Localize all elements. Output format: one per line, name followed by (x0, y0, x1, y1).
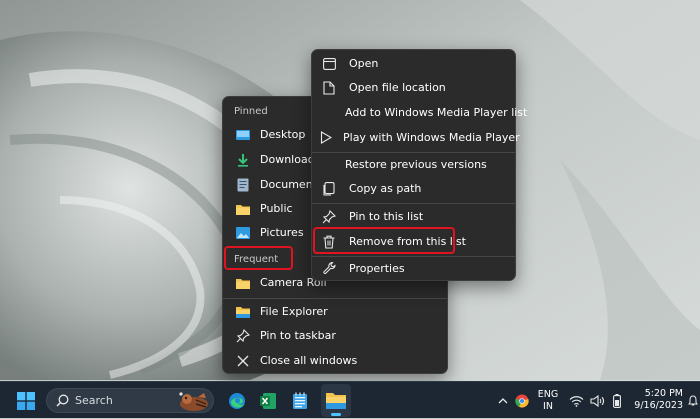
ctx-item-add-to-wmp-list[interactable]: Add to Windows Media Player list (316, 101, 527, 124)
excel-icon (260, 392, 276, 409)
remove-from-list-highlight-box (313, 227, 455, 254)
ctx-item-label: Open (349, 57, 379, 70)
taskbar-search-box[interactable]: Search (46, 388, 214, 413)
show-hidden-icons-button[interactable] (495, 382, 511, 419)
taskbar-notepad-button[interactable] (287, 382, 313, 419)
clock-time: 5:20 PM (644, 388, 683, 399)
wifi-icon (569, 395, 583, 407)
language-line1: ENG (537, 389, 559, 400)
close-icon (234, 353, 252, 369)
tray-wifi-button[interactable] (566, 382, 586, 419)
desktop-folder-icon (234, 127, 252, 143)
battery-icon (613, 393, 621, 408)
ctx-item-copy-as-path[interactable]: Copy as path (316, 177, 511, 200)
pictures-folder-icon (234, 225, 252, 241)
pin-icon (234, 328, 252, 344)
ctx-item-label: Open file location (349, 81, 446, 94)
jumplist-action-label: Close all windows (260, 354, 358, 367)
folder-icon (234, 275, 252, 291)
taskbar-file-explorer-button[interactable] (321, 384, 351, 417)
jumplist-action-file-explorer[interactable]: File Explorer (227, 300, 443, 323)
search-placeholder: Search (75, 394, 113, 407)
folder-icon (234, 201, 252, 217)
active-app-indicator (331, 413, 341, 416)
ctx-item-label: Restore previous versions (345, 158, 487, 171)
taskbar: Search ENG IN 5:20 PM 9/16/2023 (0, 381, 700, 418)
file-explorer-icon (326, 393, 346, 409)
clock-date: 9/16/2023 (634, 400, 683, 411)
tray-chrome-button[interactable] (513, 382, 531, 419)
ctx-item-open[interactable]: Open (316, 52, 511, 75)
pin-icon (320, 209, 338, 225)
separator (312, 203, 515, 204)
windows-logo-icon (17, 391, 35, 410)
tray-battery-button[interactable] (607, 382, 627, 419)
ctx-item-pin-to-this-list[interactable]: Pin to this list (316, 205, 511, 228)
ctx-item-label: Copy as path (349, 182, 422, 195)
documents-folder-icon (234, 177, 252, 193)
ctx-item-restore-previous-versions[interactable]: Restore previous versions (316, 153, 511, 176)
jumplist-action-close-all-windows[interactable]: Close all windows (227, 349, 443, 372)
separator (223, 298, 447, 299)
volume-icon (589, 394, 604, 407)
input-language-indicator[interactable]: ENG IN (535, 389, 561, 413)
jumplist-item-label: Desktop (260, 128, 306, 141)
taskbar-excel-button[interactable] (255, 382, 281, 419)
start-button[interactable] (12, 382, 40, 419)
search-icon (56, 394, 69, 407)
ctx-item-properties[interactable]: Properties (316, 257, 511, 280)
chrome-icon (515, 394, 529, 407)
jumplist-item-label: Public (260, 202, 293, 215)
ctx-item-label: Play with Windows Media Player (343, 131, 520, 144)
jumplist-action-label: File Explorer (260, 305, 328, 318)
jumplist-action-label: Pin to taskbar (260, 329, 336, 342)
notification-bell-icon (688, 395, 698, 406)
ctx-item-label: Pin to this list (349, 210, 424, 223)
ctx-item-open-file-location[interactable]: Open file location (316, 76, 511, 99)
language-line2: IN (543, 401, 553, 412)
ctx-item-label: Properties (349, 262, 405, 275)
wrench-icon (320, 261, 338, 277)
notepad-icon (293, 392, 307, 409)
jumplist-action-pin-to-taskbar[interactable]: Pin to taskbar (227, 324, 443, 347)
taskbar-edge-button[interactable] (224, 382, 250, 419)
edge-icon (229, 392, 245, 409)
jumplist-item-label: Pictures (260, 226, 304, 239)
play-icon (320, 130, 332, 146)
downloads-folder-icon (234, 152, 252, 168)
file-explorer-icon (234, 304, 252, 320)
window-icon (320, 56, 338, 72)
clock[interactable]: 5:20 PM 9/16/2023 (629, 388, 683, 412)
ctx-item-play-with-wmp[interactable]: Play with Windows Media Player (316, 126, 520, 149)
ctx-item-label: Add to Windows Media Player list (345, 106, 528, 119)
chevron-up-icon (498, 398, 508, 404)
pinned-header: Pinned (234, 106, 268, 117)
notification-center-button[interactable] (686, 382, 700, 419)
frequent-highlight-box (224, 246, 293, 270)
tray-volume-button[interactable] (587, 382, 607, 419)
file-location-icon (320, 80, 338, 96)
copy-path-icon (320, 181, 338, 197)
search-highlight-icon (179, 392, 208, 411)
